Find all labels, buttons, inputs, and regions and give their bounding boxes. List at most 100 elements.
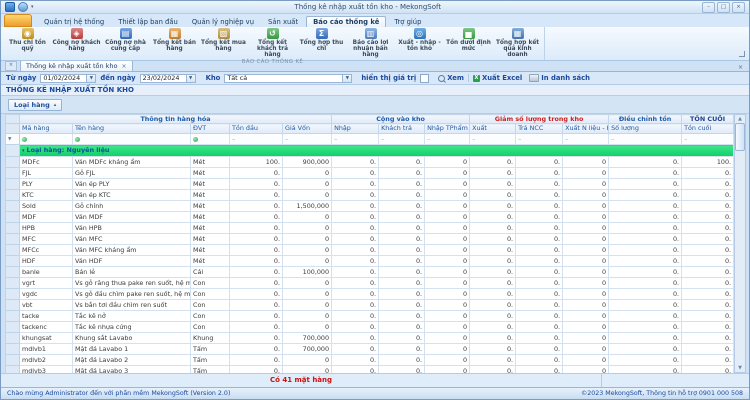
cell[interactable]: 0.: [230, 168, 283, 179]
cell[interactable]: 0.: [516, 256, 563, 267]
cell[interactable]: 0: [563, 366, 609, 374]
cell[interactable]: 0.: [470, 322, 516, 333]
cell[interactable]: 0.: [609, 223, 682, 234]
table-row[interactable]: FJLGỗ FJLMét0.00.0.00.0.00.0.: [6, 168, 734, 179]
cell[interactable]: 0.: [516, 201, 563, 212]
cell[interactable]: 0.: [516, 333, 563, 344]
cell[interactable]: 0.: [609, 355, 682, 366]
cell[interactable]: vgdc: [20, 289, 73, 300]
cell[interactable]: 0: [283, 179, 332, 190]
cell[interactable]: mdlvb3: [20, 366, 73, 374]
column-header[interactable]: Giá Vốn: [283, 124, 332, 134]
cell[interactable]: Mét: [191, 157, 230, 168]
cell[interactable]: 0: [425, 344, 470, 355]
cell[interactable]: Tắc kê nhựa cứng: [73, 322, 191, 333]
cell[interactable]: Khung: [191, 333, 230, 344]
cell[interactable]: Tấm: [191, 344, 230, 355]
cell[interactable]: 0.: [470, 333, 516, 344]
cell[interactable]: Mét: [191, 256, 230, 267]
table-row[interactable]: HDFVán HDFMét0.00.0.00.0.00.0.: [6, 256, 734, 267]
ribbon-button[interactable]: ▅Tồn dưới định mức: [444, 27, 493, 59]
cell[interactable]: 0: [283, 168, 332, 179]
cell[interactable]: 0.: [379, 333, 425, 344]
cell[interactable]: MDF: [20, 212, 73, 223]
cell[interactable]: 0.: [230, 366, 283, 374]
cell[interactable]: 0: [283, 311, 332, 322]
cell[interactable]: 0.: [470, 256, 516, 267]
cell[interactable]: 0: [425, 355, 470, 366]
table-row[interactable]: MDFcVán MDFc kháng ẩmMét100.900,0000.0.0…: [6, 157, 734, 168]
table-row[interactable]: vgrtVs gỗ răng thưa pake ren suốt, hệ mm…: [6, 278, 734, 289]
ribbon-tab[interactable]: Báo cáo thống kê: [306, 16, 386, 27]
cell[interactable]: mdlvb2: [20, 355, 73, 366]
cell[interactable]: 0.: [230, 256, 283, 267]
column-header[interactable]: Trả NCC: [516, 124, 563, 134]
cell[interactable]: 0.: [332, 190, 379, 201]
cell[interactable]: 0: [283, 322, 332, 333]
cell[interactable]: 0.: [609, 333, 682, 344]
cell[interactable]: Mét: [191, 234, 230, 245]
cell[interactable]: 0: [425, 179, 470, 190]
cell[interactable]: banle: [20, 267, 73, 278]
cell[interactable]: 0.: [682, 245, 734, 256]
show-values-checkbox[interactable]: [420, 74, 429, 83]
cell[interactable]: FJL: [20, 168, 73, 179]
cell[interactable]: 0.: [516, 168, 563, 179]
cell[interactable]: Tắc kê nở: [73, 311, 191, 322]
cell[interactable]: tackenc: [20, 322, 73, 333]
cell[interactable]: 0: [425, 366, 470, 374]
cell[interactable]: 0: [425, 333, 470, 344]
cell[interactable]: 0: [425, 201, 470, 212]
column-header[interactable]: Số lượng: [609, 124, 682, 134]
cell[interactable]: 0.: [682, 322, 734, 333]
ribbon-tab[interactable]: Quản trị hệ thống: [38, 17, 110, 27]
cell[interactable]: Bán lẻ: [73, 267, 191, 278]
cell[interactable]: 0.: [682, 179, 734, 190]
cell[interactable]: 0.: [332, 201, 379, 212]
cell[interactable]: 0.: [230, 245, 283, 256]
cell[interactable]: Con: [191, 311, 230, 322]
cell[interactable]: 0.: [332, 212, 379, 223]
cell[interactable]: 0.: [516, 355, 563, 366]
cell[interactable]: 1,500,000: [283, 201, 332, 212]
cell[interactable]: 0.: [332, 245, 379, 256]
cell[interactable]: 0.: [332, 267, 379, 278]
cell[interactable]: 0.: [332, 157, 379, 168]
cell[interactable]: 0.: [470, 355, 516, 366]
table-row[interactable]: MFCVán MFCMét0.00.0.00.0.00.0.: [6, 234, 734, 245]
scroll-down-icon[interactable]: ▼: [738, 364, 742, 372]
filter-cell[interactable]: –: [230, 134, 283, 145]
cell[interactable]: 0.: [470, 245, 516, 256]
cell[interactable]: 0.: [516, 289, 563, 300]
cell[interactable]: 0.: [682, 311, 734, 322]
cell[interactable]: 0: [425, 223, 470, 234]
cell[interactable]: PLY: [20, 179, 73, 190]
table-row[interactable]: PLYVán ép PLYMét0.00.0.00.0.00.0.: [6, 179, 734, 190]
cell[interactable]: 0.: [379, 245, 425, 256]
cell[interactable]: 0.: [379, 267, 425, 278]
cell[interactable]: Cái: [191, 267, 230, 278]
cell[interactable]: 0.: [609, 267, 682, 278]
cell[interactable]: 900,000: [283, 157, 332, 168]
table-row[interactable]: mdlvb2Mặt đá Lavabo 2Tấm0.00.0.00.0.00.0…: [6, 355, 734, 366]
cell[interactable]: 0.: [230, 289, 283, 300]
cell[interactable]: 0.: [230, 278, 283, 289]
cell[interactable]: 0.: [332, 223, 379, 234]
cell[interactable]: 0: [425, 311, 470, 322]
cell[interactable]: 0.: [379, 344, 425, 355]
cell[interactable]: Con: [191, 278, 230, 289]
scrollbar-thumb[interactable]: [735, 123, 745, 151]
cell[interactable]: Sold: [20, 201, 73, 212]
cell[interactable]: 0.: [332, 168, 379, 179]
tabstrip-close-button[interactable]: ×: [738, 64, 745, 71]
cell[interactable]: MFCc: [20, 245, 73, 256]
cell[interactable]: 0.: [682, 366, 734, 374]
ribbon-button[interactable]: ↺Tổng kết khách trả hàng: [248, 27, 297, 59]
cell[interactable]: 0.: [516, 157, 563, 168]
application-menu-button[interactable]: [4, 14, 32, 27]
cell[interactable]: 0.: [516, 223, 563, 234]
cell[interactable]: 0: [283, 245, 332, 256]
cell[interactable]: 0.: [332, 278, 379, 289]
cell[interactable]: vgrt: [20, 278, 73, 289]
column-header[interactable]: Khách trả: [379, 124, 425, 134]
